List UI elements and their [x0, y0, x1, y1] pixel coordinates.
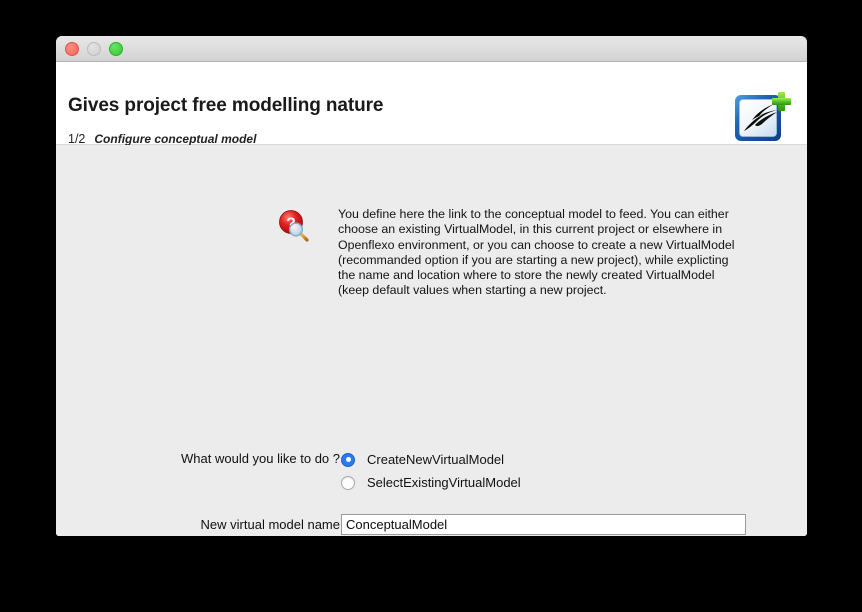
description-block: ? You define here the link to the concep…: [276, 207, 746, 299]
virtual-model-choice-group: CreateNewVirtualModel SelectExistingVirt…: [341, 448, 521, 494]
wizard-header: Gives project free modelling nature 1/2 C…: [56, 62, 807, 147]
radio-select-existing-icon[interactable]: [341, 475, 355, 490]
window-titlebar[interactable]: [56, 36, 807, 62]
new-virtual-model-name-label: New virtual model name: [200, 517, 340, 532]
desktop-background: Gives project free modelling nature 1/2 C…: [0, 0, 862, 612]
description-text: You define here the link to the conceptu…: [338, 207, 735, 298]
radio-option-create-new[interactable]: CreateNewVirtualModel: [341, 448, 521, 471]
new-virtual-model-name-input[interactable]: [341, 514, 746, 535]
radio-option-select-existing[interactable]: SelectExistingVirtualModel: [341, 471, 521, 494]
close-window-button[interactable]: [65, 42, 79, 56]
field-row-model-name: New virtual model name: [56, 514, 746, 535]
wizard-window: Gives project free modelling nature 1/2 C…: [56, 36, 807, 536]
page-title: Gives project free modelling nature: [68, 95, 384, 116]
wizard-step-counter: 1/2: [68, 132, 86, 146]
question-label: What would you like to do ?: [181, 451, 340, 466]
radio-option-select-existing-label: SelectExistingVirtualModel: [367, 475, 521, 490]
question-magnifier-icon: ?: [276, 209, 310, 243]
radio-create-new-icon[interactable]: [341, 452, 355, 467]
wizard-step-name: Configure conceptual model: [94, 132, 257, 146]
radio-option-create-new-label: CreateNewVirtualModel: [367, 452, 505, 467]
wizard-body: ? You define here the link to the concep…: [56, 145, 807, 536]
openflexo-new-project-icon: [731, 85, 793, 147]
minimize-window-button[interactable]: [87, 42, 101, 56]
maximize-window-button[interactable]: [109, 42, 123, 56]
wizard-step-line: 1/2 Configure conceptual model: [68, 132, 256, 146]
window-traffic-lights: [65, 42, 123, 56]
